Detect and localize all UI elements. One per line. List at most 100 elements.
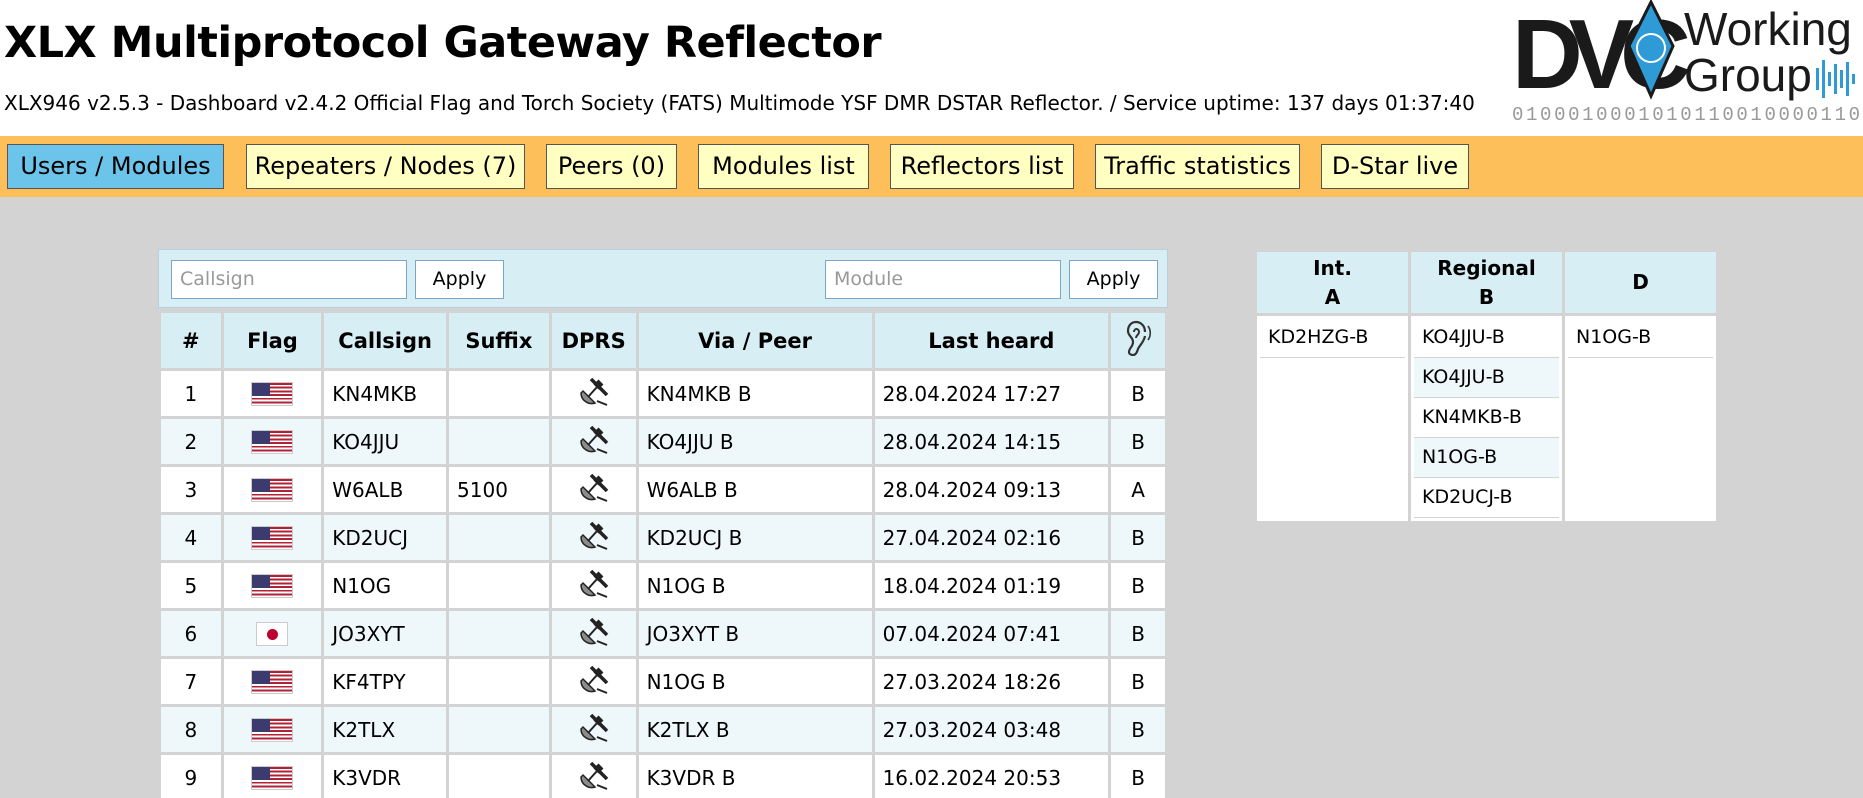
- usa-flag-icon: [251, 574, 294, 599]
- last-heard-cell: 28.04.2024 09:13: [871, 464, 1112, 515]
- logo-group-text: Group: [1684, 49, 1812, 101]
- module-apply-button[interactable]: Apply: [1069, 260, 1158, 299]
- via-peer-cell: JO3XYT B: [635, 608, 875, 659]
- callsign-cell[interactable]: K2TLX: [321, 704, 450, 755]
- module-user-entry: KO4JJU-B: [1414, 358, 1559, 398]
- via-peer-cell: K2TLX B: [635, 704, 875, 755]
- dprs-cell[interactable]: [548, 368, 639, 419]
- dprs-cell[interactable]: [548, 416, 639, 467]
- row-number: 3: [158, 464, 224, 515]
- suffix-cell: [446, 704, 552, 755]
- tab-repeaters-nodes[interactable]: Repeaters / Nodes (7): [246, 144, 525, 189]
- callsign-cell[interactable]: KN4MKB: [321, 368, 450, 419]
- tab-users-modules[interactable]: Users / Modules: [7, 144, 224, 189]
- row-number: 4: [158, 512, 224, 563]
- tab-reflectors-list[interactable]: Reflectors list: [890, 144, 1074, 189]
- module-cell: B: [1108, 512, 1168, 563]
- dvc-working-group-logo: DVC Working Group 0100010001010110010000…: [1512, 0, 1860, 124]
- module-column-b: KO4JJU-B KO4JJU-B KN4MKB-B N1OG-B KD2UCJ…: [1408, 313, 1565, 524]
- dprs-cell[interactable]: [548, 752, 639, 798]
- callsign-cell[interactable]: JO3XYT: [321, 608, 450, 659]
- table-row: 4 KD2UCJ KD2UCJ B 27.04.2024 02:16 B: [158, 512, 1168, 563]
- row-number: 5: [158, 560, 224, 611]
- last-heard-cell: 28.04.2024 14:15: [871, 416, 1112, 467]
- satellite-dish-icon: [579, 665, 608, 694]
- module-cell: B: [1108, 416, 1168, 467]
- col-last-heard: Last heard: [871, 310, 1112, 371]
- modules-body-row: KD2HZG-B KO4JJU-B KO4JJU-B KN4MKB-B N1OG…: [1254, 313, 1719, 524]
- module-cell: B: [1108, 704, 1168, 755]
- usa-flag-icon: [251, 478, 294, 503]
- dashboard-subtitle: XLX946 v2.5.3 - Dashboard v2.4.2 Officia…: [4, 91, 1475, 115]
- last-heard-cell: 28.04.2024 17:27: [871, 368, 1112, 419]
- table-row: 5 N1OG N1OG B 18.04.2024 01:19 B: [158, 560, 1168, 611]
- tab-peers[interactable]: Peers (0): [546, 144, 677, 189]
- table-row: 1 KN4MKB KN4MKB B 28.04.2024 17:27 B: [158, 368, 1168, 419]
- suffix-cell: [446, 416, 552, 467]
- row-number: 9: [158, 752, 224, 798]
- suffix-cell: 5100: [446, 464, 552, 515]
- users-table-header: # Flag Callsign Suffix DPRS Via / Peer L…: [158, 310, 1168, 371]
- tab-modules-list[interactable]: Modules list: [698, 144, 869, 189]
- module-letter: B: [1478, 284, 1495, 309]
- modules-header-row: Int. A Regional B D: [1254, 249, 1719, 316]
- satellite-dish-icon: [579, 713, 608, 742]
- dprs-cell[interactable]: [548, 656, 639, 707]
- last-heard-cell: 16.02.2024 20:53: [871, 752, 1112, 798]
- usa-flag-icon: [251, 430, 294, 455]
- dprs-cell[interactable]: [548, 464, 639, 515]
- callsign-cell[interactable]: W6ALB: [321, 464, 450, 515]
- callsign-cell[interactable]: KF4TPY: [321, 656, 450, 707]
- via-peer-cell: K3VDR B: [635, 752, 875, 798]
- country-flag-icon: [220, 656, 325, 707]
- module-cell: B: [1108, 608, 1168, 659]
- module-cell: B: [1108, 560, 1168, 611]
- satellite-dish-icon: [579, 617, 608, 646]
- main-navigation: Users / Modules Repeaters / Nodes (7) Pe…: [0, 136, 1863, 197]
- last-heard-cell: 27.04.2024 02:16: [871, 512, 1112, 563]
- callsign-apply-button[interactable]: Apply: [415, 260, 504, 299]
- via-peer-cell: KD2UCJ B: [635, 512, 875, 563]
- last-heard-cell: 07.04.2024 07:41: [871, 608, 1112, 659]
- callsign-cell[interactable]: K3VDR: [321, 752, 450, 798]
- suffix-cell: [446, 608, 552, 659]
- module-cell: B: [1108, 752, 1168, 798]
- logo-working-text: Working: [1684, 3, 1852, 55]
- country-flag-icon: [220, 464, 325, 515]
- module-cell: B: [1108, 368, 1168, 419]
- table-row: 9 K3VDR K3VDR B 16.02.2024 20:53 B: [158, 752, 1168, 798]
- module-cell: B: [1108, 656, 1168, 707]
- module-filter-input[interactable]: Module: [825, 260, 1061, 299]
- callsign-cell[interactable]: KO4JJU: [321, 416, 450, 467]
- row-number: 8: [158, 704, 224, 755]
- tab-traffic-statistics[interactable]: Traffic statistics: [1095, 144, 1300, 189]
- module-letter: D: [1632, 270, 1649, 294]
- satellite-dish-icon: [579, 521, 608, 550]
- dprs-cell[interactable]: [548, 608, 639, 659]
- country-flag-icon: [220, 560, 325, 611]
- usa-flag-icon: [251, 718, 294, 743]
- module-name: Int.: [1313, 255, 1352, 280]
- suffix-cell: [446, 752, 552, 798]
- callsign-cell[interactable]: N1OG: [321, 560, 450, 611]
- col-flag: Flag: [220, 310, 325, 371]
- module-header-b: Regional B: [1408, 249, 1565, 316]
- table-row: 6 JO3XYT JO3XYT B 07.04.2024 07:41 B: [158, 608, 1168, 659]
- col-number: #: [158, 310, 224, 371]
- dprs-cell[interactable]: [548, 704, 639, 755]
- country-flag-icon: [220, 752, 325, 798]
- dprs-cell[interactable]: [548, 560, 639, 611]
- row-number: 6: [158, 608, 224, 659]
- suffix-cell: [446, 368, 552, 419]
- usa-flag-icon: [251, 670, 294, 695]
- row-number: 2: [158, 416, 224, 467]
- tab-dstar-live[interactable]: D-Star live: [1321, 144, 1469, 189]
- japan-flag-icon: [256, 622, 289, 647]
- callsign-filter-input[interactable]: Callsign: [171, 260, 407, 299]
- via-peer-cell: N1OG B: [635, 656, 875, 707]
- dprs-cell[interactable]: [548, 512, 639, 563]
- suffix-cell: [446, 512, 552, 563]
- module-cell: A: [1108, 464, 1168, 515]
- callsign-cell[interactable]: KD2UCJ: [321, 512, 450, 563]
- module-user-entry: KD2UCJ-B: [1414, 478, 1559, 518]
